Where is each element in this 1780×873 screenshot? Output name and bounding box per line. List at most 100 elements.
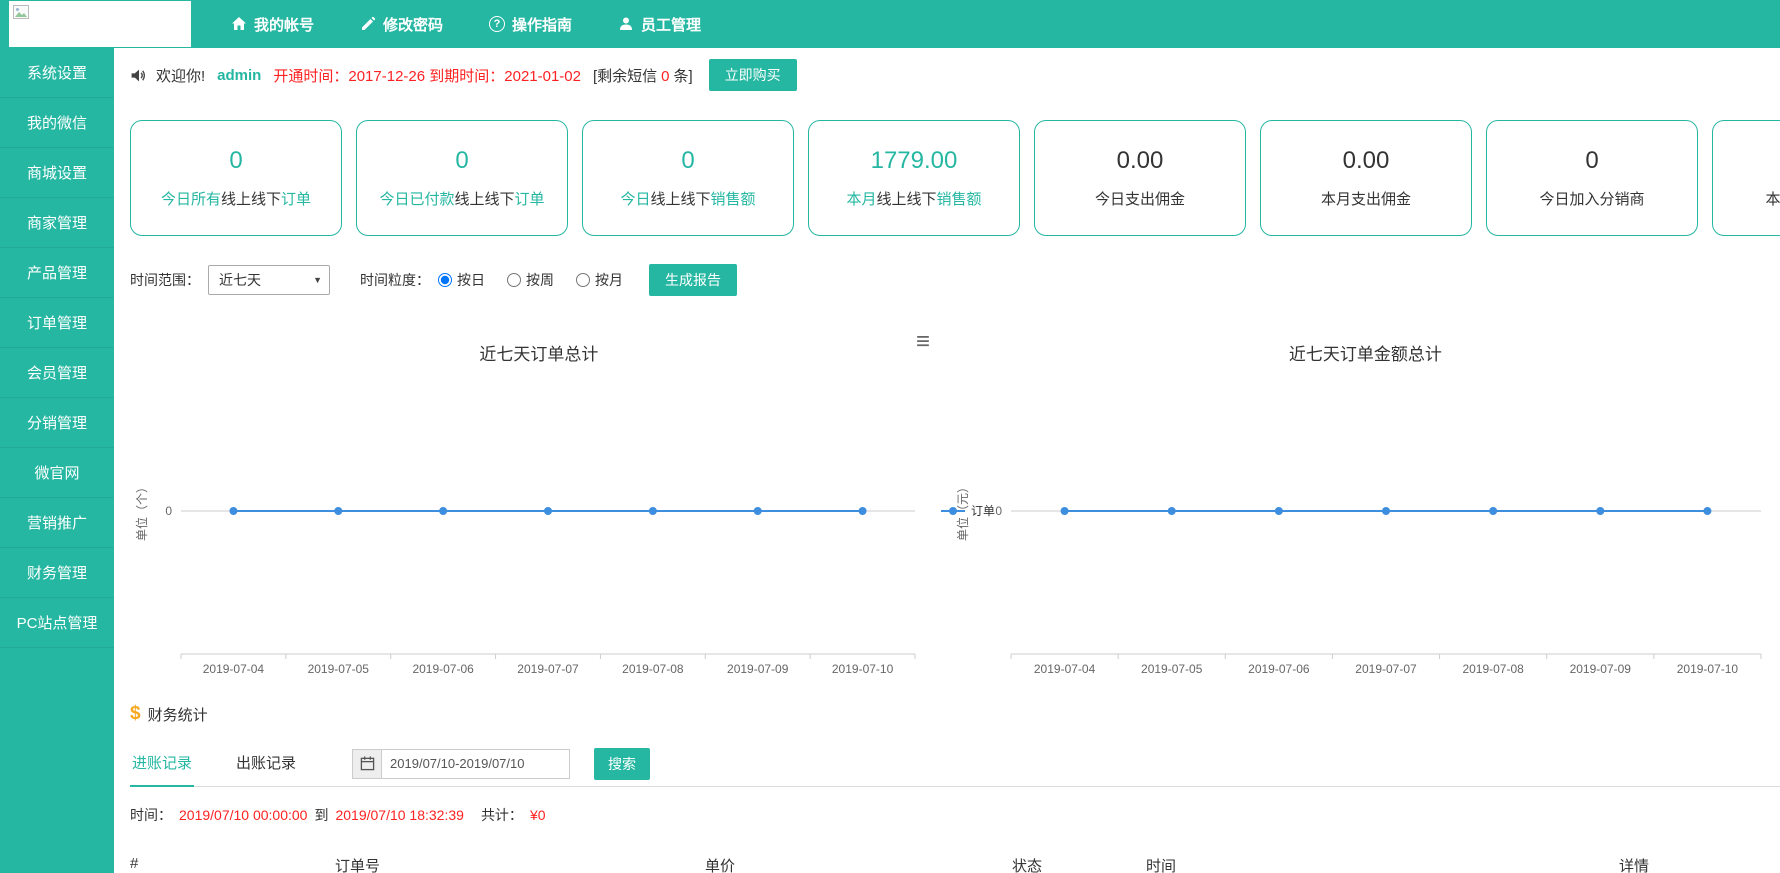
report-filter-row: 时间范围： 近七天 ▼ 时间粒度： 按日 按周 [130, 264, 1780, 296]
radio-by-month-input[interactable] [576, 273, 590, 287]
calendar-icon [360, 756, 375, 771]
stat-card-today-commission: 0.00 今日支出佣金 [1034, 120, 1246, 236]
help-icon: ? [489, 16, 505, 32]
stat-label: 今日加入分销商 [1539, 188, 1644, 209]
time-range-select[interactable]: 近七天 ▼ [208, 265, 330, 295]
nav-my-account[interactable]: 我的帐号 [231, 14, 314, 35]
username: admin [217, 67, 261, 84]
date-range-input[interactable] [382, 749, 570, 779]
welcome-bar: 欢迎你! admin 开通时间：2017-12-26 到期时间：2021-01-… [130, 48, 1780, 102]
column-header-order-no: 订单号 [335, 855, 705, 873]
svg-text:2019-07-06: 2019-07-06 [1248, 662, 1310, 676]
sms-remaining: [剩余短信0 条] [593, 65, 693, 86]
stat-value: 0 [229, 147, 242, 175]
total-label: 共计： [481, 805, 523, 825]
column-header-index: # [130, 855, 335, 873]
svg-text:0: 0 [995, 504, 1002, 518]
stat-label: 本月支出佣金 [1321, 188, 1411, 209]
logo[interactable] [9, 1, 191, 47]
stat-cards-row: 0 今日所有线上线下订单 0 今日已付款线上线下订单 0 今日线上线下销售额 1… [130, 120, 1780, 236]
svg-text:2019-07-06: 2019-07-06 [412, 662, 474, 676]
sidebar-item-pc-site-management[interactable]: PC站点管理 [0, 598, 114, 648]
edit-icon [360, 16, 376, 32]
sidebar-item-my-wechat[interactable]: 我的微信 [0, 98, 114, 148]
stat-label: 今日线上线下销售额 [620, 188, 755, 209]
stat-value: 1779.00 [871, 147, 958, 175]
time-to-label: 到 [314, 805, 328, 825]
stat-card-month-distributors: 1 本月加入分销商 [1712, 120, 1780, 236]
sms-prefix: [剩余短信 [593, 68, 657, 85]
stat-value: 0.00 [1117, 147, 1164, 175]
stat-value: 0.00 [1343, 147, 1390, 175]
finance-section-title: 财务统计 [148, 704, 208, 725]
radio-by-month[interactable]: 按月 [576, 270, 623, 290]
chevron-down-icon: ▼ [313, 275, 322, 285]
time-range-label: 时间范围： [130, 270, 200, 290]
orders-line-chart: 2019-07-042019-07-052019-07-062019-07-07… [130, 318, 998, 685]
nav-change-password[interactable]: 修改密码 [360, 14, 443, 35]
time-summary-row: 时间： 2019/07/10 00:00:00 到 2019/07/10 18:… [130, 805, 1780, 825]
radio-label-text: 按日 [457, 270, 485, 290]
stat-label-part: 订单 [515, 191, 545, 208]
stat-label-part: 本月加入分销商 [1765, 191, 1780, 208]
granularity-label: 时间粒度： [360, 270, 430, 290]
sidebar-item-order-management[interactable]: 订单管理 [0, 298, 114, 348]
time-end: 2019/07/10 18:32:39 [335, 807, 463, 823]
stat-label-part: 今日加入分销商 [1539, 191, 1644, 208]
svg-text:2019-07-07: 2019-07-07 [517, 662, 579, 676]
finance-tabs-row: 进账记录 出账记录 搜索 [130, 741, 1780, 787]
stat-label-part: 销售额 [711, 191, 756, 208]
buy-now-button[interactable]: 立即购买 [709, 59, 797, 91]
sidebar-item-distribution-management[interactable]: 分销管理 [0, 398, 114, 448]
order-amount-chart-panel: 近七天订单金额总计 2019-07-042019-07-052019-07-06… [951, 318, 1780, 685]
stat-label-part: 本月 [846, 191, 876, 208]
top-nav: 我的帐号 修改密码 ? 操作指南 员工管理 [231, 14, 701, 35]
stat-label: 今日所有线上线下订单 [161, 188, 311, 209]
sidebar-item-micro-site[interactable]: 微官网 [0, 448, 114, 498]
radio-by-week-input[interactable] [507, 273, 521, 287]
radio-by-day[interactable]: 按日 [438, 270, 485, 290]
svg-text:0: 0 [165, 504, 172, 518]
column-header-detail: 详情 [1619, 855, 1780, 873]
sidebar-item-system-settings[interactable]: 系统设置 [0, 48, 114, 98]
main-content: 欢迎你! admin 开通时间：2017-12-26 到期时间：2021-01-… [114, 48, 1780, 873]
stat-card-month-commission: 0.00 本月支出佣金 [1260, 120, 1472, 236]
calendar-icon-button[interactable] [352, 749, 382, 779]
sms-suffix: 条] [674, 68, 693, 85]
sidebar-item-marketing[interactable]: 营销推广 [0, 498, 114, 548]
svg-text:2019-07-10: 2019-07-10 [832, 662, 894, 676]
svg-text:2019-07-04: 2019-07-04 [203, 662, 265, 676]
nav-label: 修改密码 [383, 14, 443, 35]
tab-outgoing-records[interactable]: 出账记录 [234, 741, 298, 787]
tab-income-records[interactable]: 进账记录 [130, 741, 194, 787]
svg-text:2019-07-04: 2019-07-04 [1034, 662, 1096, 676]
radio-by-week[interactable]: 按周 [507, 270, 554, 290]
svg-text:2019-07-08: 2019-07-08 [1462, 662, 1524, 676]
sidebar-item-member-management[interactable]: 会员管理 [0, 348, 114, 398]
stat-label: 本月加入分销商 [1765, 188, 1780, 209]
time-start: 2019/07/10 00:00:00 [179, 807, 307, 823]
finance-section-header: $ 财务统计 [130, 699, 1780, 729]
nav-staff-management[interactable]: 员工管理 [618, 14, 701, 35]
sidebar-item-finance-management[interactable]: 财务管理 [0, 548, 114, 598]
nav-label: 我的帐号 [254, 14, 314, 35]
nav-label: 员工管理 [641, 14, 701, 35]
radio-by-day-input[interactable] [438, 273, 452, 287]
sidebar-item-mall-settings[interactable]: 商城设置 [0, 148, 114, 198]
nav-guide[interactable]: ? 操作指南 [489, 14, 572, 35]
stat-value: 0 [1585, 147, 1598, 175]
stat-card-today-paid-orders: 0 今日已付款线上线下订单 [356, 120, 568, 236]
svg-text:2019-07-10: 2019-07-10 [1677, 662, 1739, 676]
account-period: 开通时间：2017-12-26 到期时间：2021-01-02 [273, 65, 581, 86]
sidebar-item-merchant-management[interactable]: 商家管理 [0, 198, 114, 248]
dollar-icon: $ [130, 703, 141, 725]
sidebar-item-product-management[interactable]: 产品管理 [0, 248, 114, 298]
stat-label-part: 线上线下 [650, 191, 710, 208]
stat-label: 今日已付款线上线下订单 [379, 188, 544, 209]
search-button[interactable]: 搜索 [594, 748, 650, 780]
stat-card-today-sales: 0 今日线上线下销售额 [582, 120, 794, 236]
stat-value: 0 [681, 147, 694, 175]
generate-report-button[interactable]: 生成报告 [649, 264, 737, 296]
stat-label-part: 今日所有 [161, 191, 221, 208]
sms-count: 0 [661, 68, 669, 85]
